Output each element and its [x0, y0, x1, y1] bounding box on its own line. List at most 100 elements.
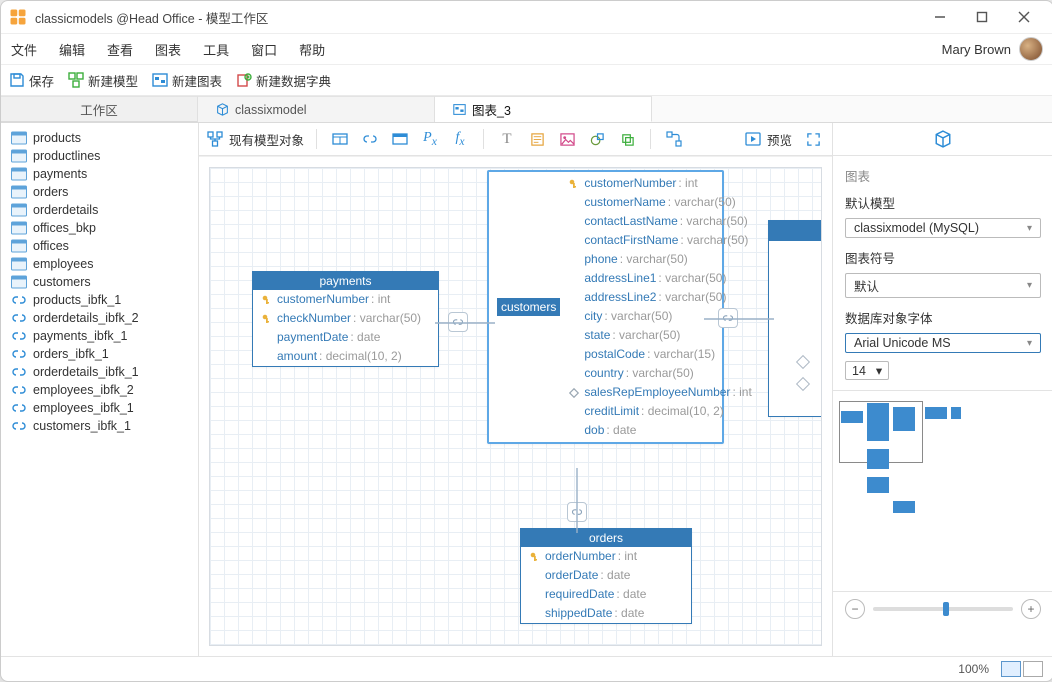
new-datadict-label: 新建数据字典 [256, 71, 331, 90]
entity-field[interactable]: creditLimit : decimal(10, 2) [560, 402, 759, 421]
tool-image[interactable] [556, 128, 578, 150]
tool-procedure[interactable]: Px [419, 128, 441, 150]
fullscreen-button[interactable] [802, 128, 824, 150]
entity-customers[interactable]: customers customerNumber : intcustomerNa… [487, 170, 724, 444]
tree-item-customers_ibfk_1[interactable]: customers_ibfk_1 [1, 417, 198, 435]
field-type: : int [371, 290, 390, 309]
tab-model[interactable]: classixmodel [198, 96, 435, 122]
tool-note[interactable] [526, 128, 548, 150]
entity-field[interactable]: contactLastName : varchar(50) [560, 212, 759, 231]
tree-item-productlines[interactable]: productlines [1, 147, 198, 165]
entity-field[interactable]: addressLine2 : varchar(50) [560, 288, 759, 307]
menu-file[interactable]: 文件 [11, 40, 37, 59]
avatar[interactable] [1019, 37, 1043, 61]
save-button[interactable]: 保存 [9, 71, 54, 90]
canvas-area[interactable]: payments customerNumber : intcheckNumber… [199, 156, 832, 656]
tree-item-customers[interactable]: customers [1, 273, 198, 291]
menu-view[interactable]: 查看 [107, 40, 133, 59]
tree-item-employees_ibfk_1[interactable]: employees_ibfk_1 [1, 399, 198, 417]
tree-item-payments[interactable]: payments [1, 165, 198, 183]
new-diagram-button[interactable]: 新建图表 [152, 71, 222, 90]
entity-field[interactable]: postalCode : varchar(15) [560, 345, 759, 364]
tool-view[interactable] [389, 128, 411, 150]
entity-field[interactable]: customerNumber : int [253, 290, 438, 309]
link-icon [11, 329, 27, 343]
zoom-slider[interactable] [873, 607, 1013, 611]
menu-edit[interactable]: 编辑 [59, 40, 85, 59]
entity-field[interactable]: customerName : varchar(50) [560, 193, 759, 212]
tree-item-offices[interactable]: offices [1, 237, 198, 255]
object-tree[interactable]: productsproductlinespaymentsordersorderd… [1, 123, 199, 656]
entity-orders[interactable]: orders orderNumber : intorderDate : date… [520, 528, 692, 624]
tree-item-orderdetails_ibfk_2[interactable]: orderdetails_ibfk_2 [1, 309, 198, 327]
entity-field[interactable]: country : varchar(50) [560, 364, 759, 383]
entity-field[interactable]: addressLine1 : varchar(50) [560, 269, 759, 288]
maximize-button[interactable] [961, 2, 1003, 32]
save-icon [9, 72, 25, 88]
existing-objects-button[interactable]: 现有模型对象 [207, 130, 304, 149]
default-model-select[interactable]: classixmodel (MySQL)▾ [845, 218, 1041, 238]
entity-field[interactable]: dob : date [560, 421, 759, 440]
menu-diagram[interactable]: 图表 [155, 40, 181, 59]
tree-item-orderdetails_ibfk_1[interactable]: orderdetails_ibfk_1 [1, 363, 198, 381]
new-datadict-button[interactable]: 新建数据字典 [236, 71, 331, 90]
minimize-button[interactable] [919, 2, 961, 32]
entity-partial-right[interactable] [768, 220, 822, 417]
notation-select[interactable]: 默认▾ [845, 273, 1041, 298]
tool-function[interactable]: fx [449, 128, 471, 150]
entity-field[interactable]: state : varchar(50) [560, 326, 759, 345]
entity-field[interactable]: amount : decimal(10, 2) [253, 347, 438, 366]
font-size-select[interactable]: 14▾ [845, 361, 889, 380]
menu-help[interactable]: 帮助 [299, 40, 325, 59]
tree-item-payments_ibfk_1[interactable]: payments_ibfk_1 [1, 327, 198, 345]
tool-layer[interactable] [616, 128, 638, 150]
tree-item-products[interactable]: products [1, 129, 198, 147]
font-select[interactable]: Arial Unicode MS▾ [845, 333, 1041, 353]
tab-diagram[interactable]: 图表_3 [435, 96, 652, 122]
tab-workspace[interactable]: 工作区 [1, 96, 198, 122]
zoom-in-button[interactable]: + [1021, 599, 1041, 619]
tool-relation[interactable] [359, 128, 381, 150]
tree-item-offices_bkp[interactable]: offices_bkp [1, 219, 198, 237]
new-model-button[interactable]: 新建模型 [68, 71, 138, 90]
menu-tools[interactable]: 工具 [203, 40, 229, 59]
entity-field[interactable]: shippedDate : date [521, 604, 691, 623]
tool-table[interactable] [329, 128, 351, 150]
menu-window[interactable]: 窗口 [251, 40, 277, 59]
tree-item-employees[interactable]: employees [1, 255, 198, 273]
layout-toggle-right[interactable] [1023, 661, 1043, 677]
field-name: checkNumber [277, 309, 351, 328]
entity-payments[interactable]: payments customerNumber : intcheckNumber… [252, 271, 439, 367]
tool-text[interactable]: T [496, 128, 518, 150]
tree-item-label: products_ibfk_1 [33, 293, 121, 307]
relation-anchor[interactable] [448, 312, 468, 332]
resize-handle[interactable] [798, 357, 808, 367]
relation-anchor[interactable] [567, 502, 587, 522]
entity-field[interactable]: paymentDate : date [253, 328, 438, 347]
entity-field[interactable]: customerNumber : int [560, 174, 759, 193]
entity-field[interactable]: contactFirstName : varchar(50) [560, 231, 759, 250]
zoom-out-button[interactable]: − [845, 599, 865, 619]
entity-field[interactable]: phone : varchar(50) [560, 250, 759, 269]
entity-field[interactable]: orderNumber : int [521, 547, 691, 566]
resize-handle[interactable] [798, 379, 808, 389]
tree-item-employees_ibfk_2[interactable]: employees_ibfk_2 [1, 381, 198, 399]
tree-item-orders[interactable]: orders [1, 183, 198, 201]
tool-autolayout[interactable] [663, 128, 685, 150]
tree-item-orders_ibfk_1[interactable]: orders_ibfk_1 [1, 345, 198, 363]
close-button[interactable] [1003, 2, 1045, 32]
entity-field[interactable]: checkNumber : varchar(50) [253, 309, 438, 328]
entity-field[interactable]: requiredDate : date [521, 585, 691, 604]
layout-toggle-left[interactable] [1001, 661, 1021, 677]
relation-anchor[interactable] [718, 308, 738, 328]
tool-shape[interactable] [586, 128, 608, 150]
preview-button[interactable]: 预览 [745, 130, 792, 149]
minimap[interactable] [833, 390, 1052, 591]
tab-strip: 工作区 classixmodel 图表_3 [1, 96, 1052, 123]
entity-field[interactable]: salesRepEmployeeNumber : int [560, 383, 759, 402]
tree-item-orderdetails[interactable]: orderdetails [1, 201, 198, 219]
chevron-down-icon: ▾ [1027, 223, 1032, 234]
entity-field[interactable]: orderDate : date [521, 566, 691, 585]
tree-item-products_ibfk_1[interactable]: products_ibfk_1 [1, 291, 198, 309]
notation-value: 默认 [854, 276, 879, 295]
